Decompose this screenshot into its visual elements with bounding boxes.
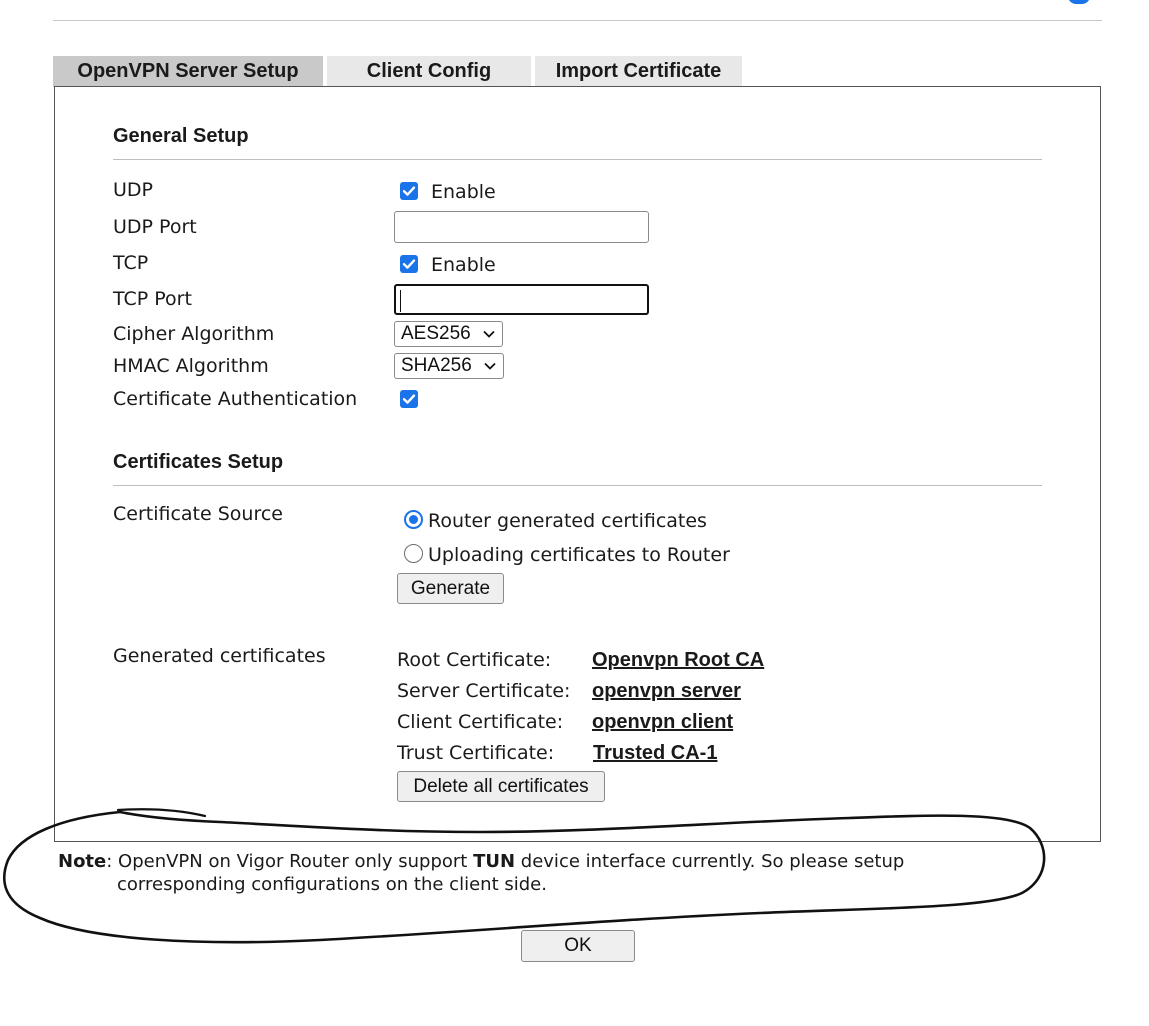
ok-button[interactable]: OK	[521, 930, 635, 962]
hand-drawn-ellipse-annotation	[3, 808, 1046, 944]
